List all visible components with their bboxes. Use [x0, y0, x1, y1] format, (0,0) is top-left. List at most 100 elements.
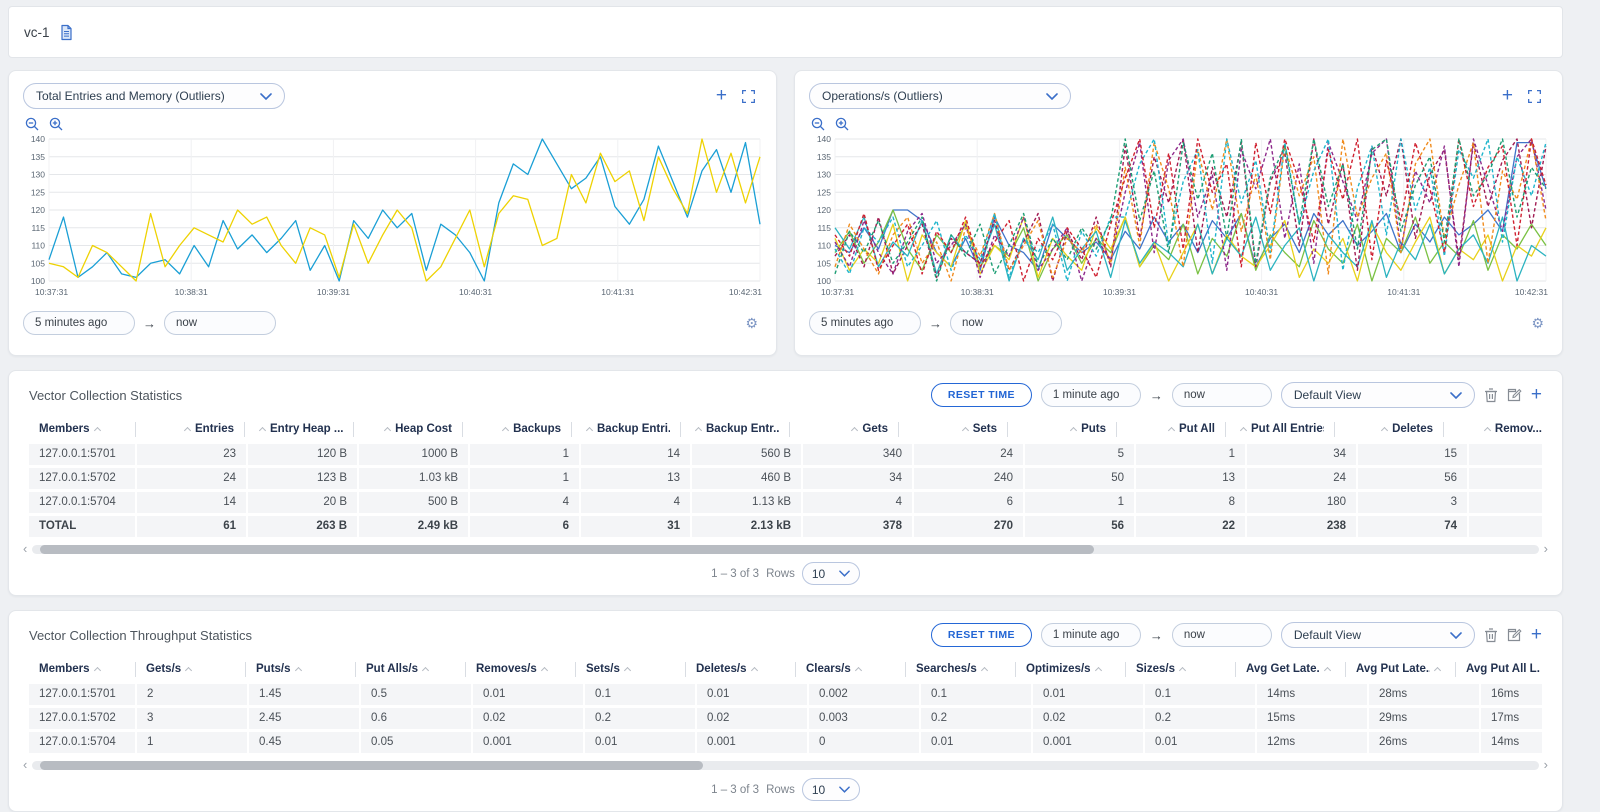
- column-header[interactable]: Gets: [789, 422, 898, 437]
- expand-icon[interactable]: [741, 89, 756, 104]
- metric-select[interactable]: Total Entries and Memory (Outliers): [23, 83, 285, 109]
- edit-icon[interactable]: [1507, 387, 1522, 403]
- table-cell: 0.2: [585, 708, 695, 729]
- view-select[interactable]: Default View: [1281, 622, 1475, 648]
- line-chart-entries-memory[interactable]: 14013513012512011511010510010:37:3110:38…: [23, 135, 764, 301]
- column-header[interactable]: Backup Entr...: [680, 422, 789, 437]
- time-from-input[interactable]: [809, 311, 921, 335]
- settings-gear-icon[interactable]: ⚙: [1531, 315, 1544, 332]
- column-header[interactable]: Optimizes/s: [1015, 662, 1125, 677]
- table-row[interactable]: 127.0.0.1:570224123 B1.03 kB113460 B3424…: [29, 468, 1542, 489]
- column-header[interactable]: Heap Cost: [353, 422, 462, 437]
- trash-icon[interactable]: [1484, 627, 1498, 643]
- reset-time-button[interactable]: RESET TIME: [931, 383, 1032, 407]
- pagination: 1 – 3 of 3 Rows 10: [21, 562, 1550, 585]
- dashboard: vc-1 Total Entries and Memory (Outliers)…: [8, 6, 1563, 812]
- add-chart-plus-icon[interactable]: +: [1502, 89, 1513, 103]
- reset-time-button[interactable]: RESET TIME: [931, 623, 1032, 647]
- add-chart-plus-icon[interactable]: +: [716, 89, 727, 103]
- column-header-label: Put All: [1179, 423, 1215, 435]
- view-select[interactable]: Default View: [1281, 382, 1475, 408]
- table-row[interactable]: 127.0.0.1:570410.450.050.0010.010.00100.…: [29, 732, 1542, 753]
- table-cell: 560 B: [692, 444, 801, 465]
- scrollbar-thumb[interactable]: [40, 761, 703, 770]
- sort-caret-icon: [259, 426, 266, 433]
- column-header[interactable]: Gets/s: [135, 662, 245, 677]
- table-row[interactable]: 127.0.0.1:570121.450.50.010.10.010.0020.…: [29, 684, 1542, 705]
- table-cell: 0.1: [921, 684, 1031, 705]
- trash-icon[interactable]: [1484, 387, 1498, 403]
- sort-caret-icon: [981, 666, 988, 673]
- table-row[interactable]: TOTAL61263 B2.49 kB6312.13 kB37827056222…: [29, 516, 1542, 537]
- column-header[interactable]: Members: [29, 422, 135, 437]
- time-to-input[interactable]: [1172, 383, 1272, 407]
- column-header[interactable]: Remov...: [1443, 422, 1542, 437]
- scroll-right-icon[interactable]: ›: [1544, 760, 1548, 770]
- column-header[interactable]: Sizes/s: [1125, 662, 1235, 677]
- scroll-left-icon[interactable]: ‹: [23, 544, 27, 554]
- time-to-input[interactable]: [1172, 623, 1272, 647]
- column-header-label: Avg Put All L...: [1466, 663, 1540, 675]
- column-header[interactable]: Avg Put Late...: [1345, 662, 1455, 677]
- table-row[interactable]: 127.0.0.1:57041420 B500 B441.13 kB461818…: [29, 492, 1542, 513]
- column-header[interactable]: Put Alls/s: [355, 662, 465, 677]
- document-icon[interactable]: [59, 24, 74, 41]
- column-header[interactable]: Entries: [135, 422, 244, 437]
- scroll-right-icon[interactable]: ›: [1544, 544, 1548, 554]
- column-header[interactable]: Deletes/s: [685, 662, 795, 677]
- expand-icon[interactable]: [1527, 89, 1542, 104]
- time-to-input[interactable]: [164, 311, 276, 335]
- column-header[interactable]: Avg Get Late...: [1235, 662, 1345, 677]
- table-cell: 123 B: [248, 468, 357, 489]
- column-header[interactable]: Sets/s: [575, 662, 685, 677]
- table-cell: TOTAL: [29, 516, 135, 537]
- scrollbar-track[interactable]: [32, 761, 1538, 770]
- page-size-select[interactable]: 10: [802, 562, 860, 585]
- column-header[interactable]: Deletes: [1334, 422, 1443, 437]
- view-select-value: Default View: [1294, 388, 1361, 402]
- zoom-out-icon[interactable]: [25, 117, 40, 132]
- scroll-left-icon[interactable]: ‹: [23, 760, 27, 770]
- column-header[interactable]: Entry Heap ...: [244, 422, 353, 437]
- time-to-input[interactable]: [950, 311, 1062, 335]
- time-from-input[interactable]: [1041, 383, 1141, 407]
- table-cell: 0.2: [921, 708, 1031, 729]
- column-header[interactable]: Sets: [898, 422, 1007, 437]
- scrollbar-thumb[interactable]: [40, 545, 1094, 554]
- column-header[interactable]: Searches/s: [905, 662, 1015, 677]
- column-header[interactable]: Clears/s: [795, 662, 905, 677]
- column-header-label: Avg Get Late...: [1246, 663, 1320, 675]
- line-chart-operations[interactable]: 14013513012512011511010510010:37:3110:38…: [809, 135, 1550, 301]
- column-header[interactable]: Puts: [1007, 422, 1116, 437]
- sort-caret-icon: [851, 426, 858, 433]
- table-cell: 56: [1358, 468, 1467, 489]
- page-size-select[interactable]: 10: [802, 778, 860, 801]
- column-header[interactable]: Put All Entries: [1225, 422, 1334, 437]
- time-from-input[interactable]: [1041, 623, 1141, 647]
- column-header[interactable]: Members: [29, 662, 135, 677]
- time-from-input[interactable]: [23, 311, 135, 335]
- zoom-in-icon[interactable]: [835, 117, 850, 132]
- table-cell: 15ms: [1257, 708, 1367, 729]
- table-row[interactable]: 127.0.0.1:570123120 B1000 B114560 B34024…: [29, 444, 1542, 465]
- table-row[interactable]: 127.0.0.1:570232.450.60.020.20.020.0030.…: [29, 708, 1542, 729]
- zoom-out-icon[interactable]: [811, 117, 826, 132]
- column-header[interactable]: Puts/s: [245, 662, 355, 677]
- table-cell: 0.01: [697, 684, 807, 705]
- settings-gear-icon[interactable]: ⚙: [745, 315, 758, 332]
- edit-icon[interactable]: [1507, 627, 1522, 643]
- scrollbar-track[interactable]: [32, 545, 1538, 554]
- column-header[interactable]: Put All: [1116, 422, 1225, 437]
- add-table-plus-icon[interactable]: +: [1531, 388, 1542, 402]
- column-header[interactable]: Avg Put All L...: [1455, 662, 1542, 677]
- chevron-down-icon: [1450, 392, 1462, 399]
- svg-text:105: 105: [817, 258, 831, 268]
- column-header[interactable]: Backups: [462, 422, 571, 437]
- column-header[interactable]: Backup Entri...: [571, 422, 680, 437]
- add-table-plus-icon[interactable]: +: [1531, 628, 1542, 642]
- zoom-in-icon[interactable]: [49, 117, 64, 132]
- table-cell: 15: [1358, 444, 1467, 465]
- column-header[interactable]: Removes/s: [465, 662, 575, 677]
- table-cell: 0.2: [1145, 708, 1255, 729]
- metric-select[interactable]: Operations/s (Outliers): [809, 83, 1071, 109]
